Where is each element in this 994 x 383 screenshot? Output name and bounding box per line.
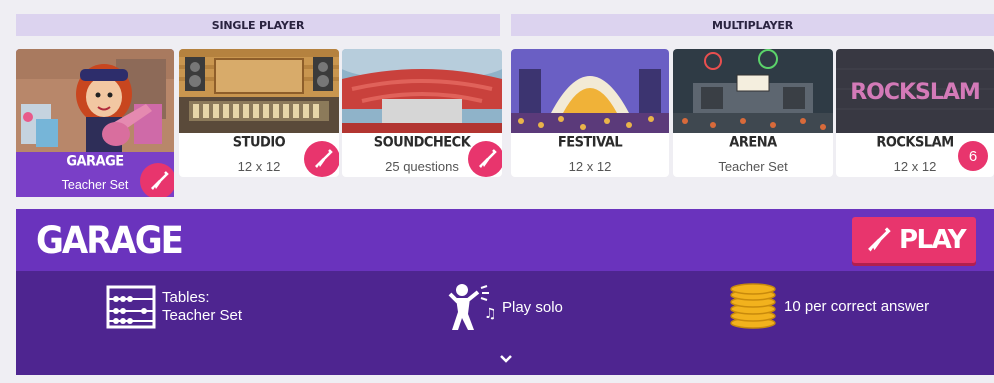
tables-value: Teacher Set xyxy=(162,307,243,324)
guitar-icon xyxy=(151,171,169,190)
abacus-icon xyxy=(106,285,156,329)
festival-thumbnail xyxy=(511,49,669,133)
studio-guitar-button[interactable] xyxy=(304,141,339,177)
rockslam-logo: ROCKSLAM xyxy=(850,80,980,105)
play-button[interactable]: PLAY xyxy=(852,217,976,263)
rockslam-thumbnail: ROCKSLAM xyxy=(836,49,994,133)
guitar-icon xyxy=(868,227,891,252)
mode-card-studio[interactable]: STUDIO 12 x 12 xyxy=(179,49,339,177)
reward-info: 10 per correct answer xyxy=(728,283,929,329)
single-player-header: SINGLE PLAYER xyxy=(16,14,500,36)
play-mode-info: ♫ Play solo xyxy=(446,282,563,332)
guitar-icon xyxy=(479,149,497,168)
festival-title: FESTIVAL xyxy=(557,134,623,151)
multiplayer-header: MULTIPLAYER xyxy=(511,14,994,36)
mode-card-soundcheck[interactable]: SOUNDCHECK 25 questions xyxy=(342,49,502,177)
arena-title: ARENA xyxy=(729,134,777,151)
tables-info: Tables: Teacher Set xyxy=(106,285,242,329)
mode-card-festival[interactable]: FESTIVAL 12 x 12 xyxy=(511,49,669,177)
expand-chevron-icon[interactable] xyxy=(499,351,513,369)
festival-subtitle: 12 x 12 xyxy=(568,159,612,174)
guitar-icon xyxy=(315,149,333,168)
svg-text:♫: ♫ xyxy=(484,306,494,322)
play-label: PLAY xyxy=(898,225,967,255)
reward-label: 10 per correct answer xyxy=(784,297,930,315)
rockslam-count-badge: 6 xyxy=(958,141,988,171)
soundcheck-guitar-button[interactable] xyxy=(468,141,502,177)
mode-card-garage[interactable]: GARAGE Teacher Set xyxy=(16,49,174,197)
soundcheck-thumbnail xyxy=(342,49,502,133)
play-mode-label: Play solo xyxy=(502,298,563,316)
garage-thumbnail xyxy=(16,49,174,152)
arena-subtitle: Teacher Set xyxy=(718,159,788,174)
mode-card-arena[interactable]: ARENA Teacher Set xyxy=(673,49,833,177)
garage-guitar-button[interactable] xyxy=(140,163,174,197)
selected-mode-banner: GARAGE PLAY xyxy=(16,209,994,271)
tables-label: Tables: xyxy=(162,289,210,306)
arena-thumbnail xyxy=(673,49,833,133)
studio-thumbnail xyxy=(179,49,339,133)
mode-info-bar: Tables: Teacher Set ♫ Play solo 10 per c xyxy=(16,271,994,375)
coins-icon xyxy=(730,283,776,329)
singer-icon: ♫ xyxy=(448,284,494,330)
selected-mode-title: GARAGE xyxy=(36,219,184,263)
mode-card-rockslam[interactable]: ROCKSLAM ROCKSLAM 12 x 12 6 xyxy=(836,49,994,177)
